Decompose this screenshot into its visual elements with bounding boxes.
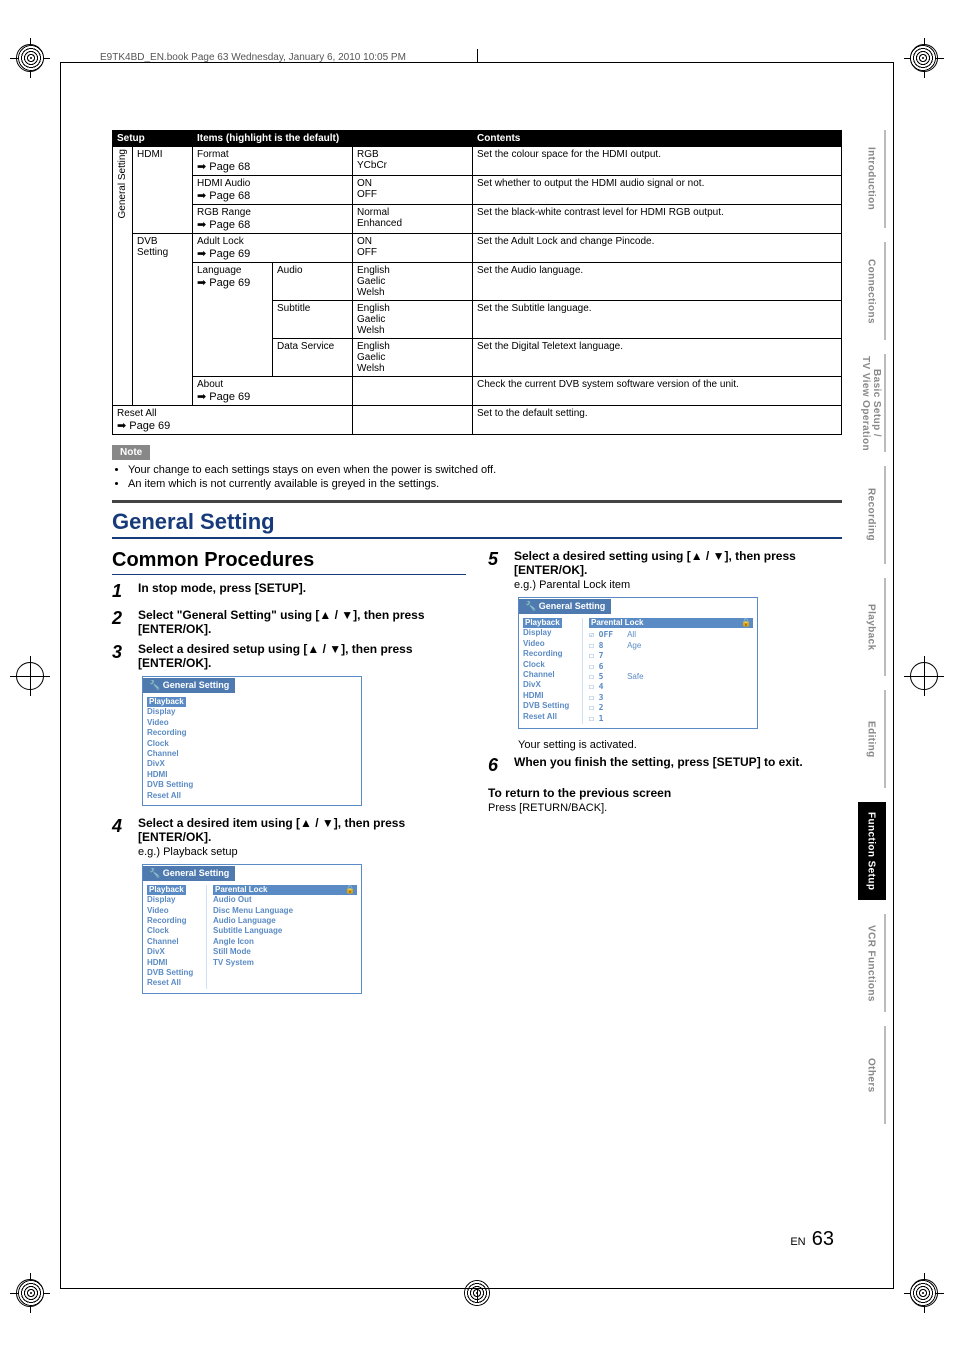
spiral-mark xyxy=(18,1280,44,1306)
section-title: General Setting xyxy=(112,509,842,535)
th-setup: Setup xyxy=(113,131,193,147)
step-text: In stop mode, press [SETUP]. xyxy=(138,581,306,602)
cell-opts: English Gaelic Welsh xyxy=(353,301,473,339)
ui-left-menu: PlaybackDisplayVideoRecordingClockChanne… xyxy=(523,618,578,724)
side-tab: Editing xyxy=(858,690,886,788)
section-divider xyxy=(112,500,842,503)
step-text: Select "General Setting" using [▲ / ▼], … xyxy=(138,608,466,636)
step-text: Select a desired setting using [▲ / ▼], … xyxy=(514,549,842,591)
spiral-mark xyxy=(910,1280,936,1306)
cell-opts xyxy=(353,406,473,435)
step-number: 2 xyxy=(112,608,130,636)
return-heading: To return to the previous screen xyxy=(488,786,842,800)
side-tabs: Introduction Connections Basic Setup / TV … xyxy=(858,130,886,1124)
cell-item: Language➡ Page 69 xyxy=(193,263,273,377)
side-tab: Basic Setup / TV View Operation xyxy=(858,354,886,452)
ui-title: 🔧 General Setting xyxy=(519,599,611,614)
right-column: 5 Select a desired setting using [▲ / ▼]… xyxy=(488,549,842,1004)
step-number: 5 xyxy=(488,549,506,591)
cell-opts: ON OFF xyxy=(353,176,473,205)
side-tab: Connections xyxy=(858,242,886,340)
book-header: E9TK4BD_EN.book Page 63 Wednesday, Janua… xyxy=(100,52,406,63)
th-items: Items (highlight is the default) xyxy=(193,131,473,147)
cell-desc: Set the Subtitle language. xyxy=(473,301,842,339)
cell-desc: Set whether to output the HDMI audio sig… xyxy=(473,176,842,205)
cell-desc: Set the Audio language. xyxy=(473,263,842,301)
ui-screenshot-playback: 🔧 General Setting PlaybackDisplayVideoRe… xyxy=(142,864,362,994)
ui-screenshot-menu: 🔧 General Setting PlaybackDisplayVideoRe… xyxy=(142,676,362,806)
cell-desc: Check the current DVB system software ve… xyxy=(473,377,842,406)
cell-setup: Reset All➡ Page 69 xyxy=(113,406,353,435)
page-number: EN 63 xyxy=(790,1228,834,1251)
cell-item: Adult Lock➡ Page 69 xyxy=(193,234,353,263)
note-badge: Note xyxy=(112,445,150,460)
step-number: 4 xyxy=(112,816,130,858)
ui-title: 🔧 General Setting xyxy=(143,678,235,693)
page-lang: EN xyxy=(790,1236,805,1248)
side-tab: Recording xyxy=(858,466,886,564)
step-number: 1 xyxy=(112,581,130,602)
return-body: Press [RETURN/BACK]. xyxy=(488,802,842,814)
side-tab: VCR Functions xyxy=(858,914,886,1012)
note-item: Your change to each settings stays on ev… xyxy=(128,464,842,476)
spiral-mark xyxy=(18,45,44,71)
cell-item: About➡ Page 69 xyxy=(193,377,353,406)
cell-desc: Set the Digital Teletext language. xyxy=(473,339,842,377)
cell-desc: Set the Adult Lock and change Pincode. xyxy=(473,234,842,263)
ui-left-menu: PlaybackDisplayVideoRecordingClockChanne… xyxy=(147,885,202,989)
ui-title: 🔧 General Setting xyxy=(143,866,235,881)
cell-sub: Audio xyxy=(273,263,353,301)
side-tab: Playback xyxy=(858,578,886,676)
note-item: An item which is not currently available… xyxy=(128,478,842,490)
cell-opts: ON OFF xyxy=(353,234,473,263)
cell-opts: English Gaelic Welsh xyxy=(353,263,473,301)
cell-opts: Normal Enhanced xyxy=(353,205,473,234)
step-text: When you finish the setting, press [SETU… xyxy=(514,755,803,776)
cell-setup: HDMI xyxy=(133,147,193,234)
cell-setup: DVB Setting xyxy=(133,234,193,406)
cell-opts xyxy=(353,377,473,406)
spiral-mark xyxy=(910,45,936,71)
step-subtext: e.g.) Playback setup xyxy=(138,846,466,858)
registration-mark xyxy=(10,656,50,696)
step-number: 3 xyxy=(112,642,130,670)
sub-heading: Common Procedures xyxy=(112,549,466,575)
left-column: Common Procedures 1 In stop mode, press … xyxy=(112,549,466,1004)
registration-mark xyxy=(904,656,944,696)
cell-sub: Data Service xyxy=(273,339,353,377)
side-tab: Others xyxy=(858,1026,886,1124)
cell-opts: RGB YCbCr xyxy=(353,147,473,176)
step-text: Select a desired item using [▲ / ▼], the… xyxy=(138,816,466,858)
notes-list: Your change to each settings stays on ev… xyxy=(112,464,842,490)
side-tab: Introduction xyxy=(858,130,886,228)
cell-sub: Subtitle xyxy=(273,301,353,339)
side-tab: Function Setup xyxy=(858,802,886,900)
ui-right-panel: Parental Lock🔒☑ OFF☐ 8☐ 7☐ 6☐ 5☐ 4☐ 3☐ 2… xyxy=(582,618,753,724)
content-area: Setup Items (highlight is the default) C… xyxy=(112,130,842,1004)
th-contents: Contents xyxy=(473,131,842,147)
ui-right-panel xyxy=(206,697,357,801)
table-vertical-label: General Setting xyxy=(117,149,128,219)
cell-item: HDMI Audio➡ Page 68 xyxy=(193,176,353,205)
ui-screenshot-parental: 🔧 General Setting PlaybackDisplayVideoRe… xyxy=(518,597,758,729)
cell-desc: Set the black-white contrast level for H… xyxy=(473,205,842,234)
cell-opts: English Gaelic Welsh xyxy=(353,339,473,377)
ui-left-menu: PlaybackDisplayVideoRecordingClockChanne… xyxy=(147,697,202,801)
step-note: Your setting is activated. xyxy=(518,739,842,751)
step-text: Select a desired setup using [▲ / ▼], th… xyxy=(138,642,466,670)
cell-desc: Set to the default setting. xyxy=(473,406,842,435)
page-num-value: 63 xyxy=(812,1228,834,1250)
cell-item: RGB Range➡ Page 68 xyxy=(193,205,353,234)
settings-table: Setup Items (highlight is the default) C… xyxy=(112,130,842,435)
cell-item: Format➡ Page 68 xyxy=(193,147,353,176)
section-underline xyxy=(112,537,842,539)
step-number: 6 xyxy=(488,755,506,776)
step-subtext: e.g.) Parental Lock item xyxy=(514,579,842,591)
cell-desc: Set the colour space for the HDMI output… xyxy=(473,147,842,176)
ui-right-panel: Parental Lock🔒Audio OutDisc Menu Languag… xyxy=(206,885,357,989)
